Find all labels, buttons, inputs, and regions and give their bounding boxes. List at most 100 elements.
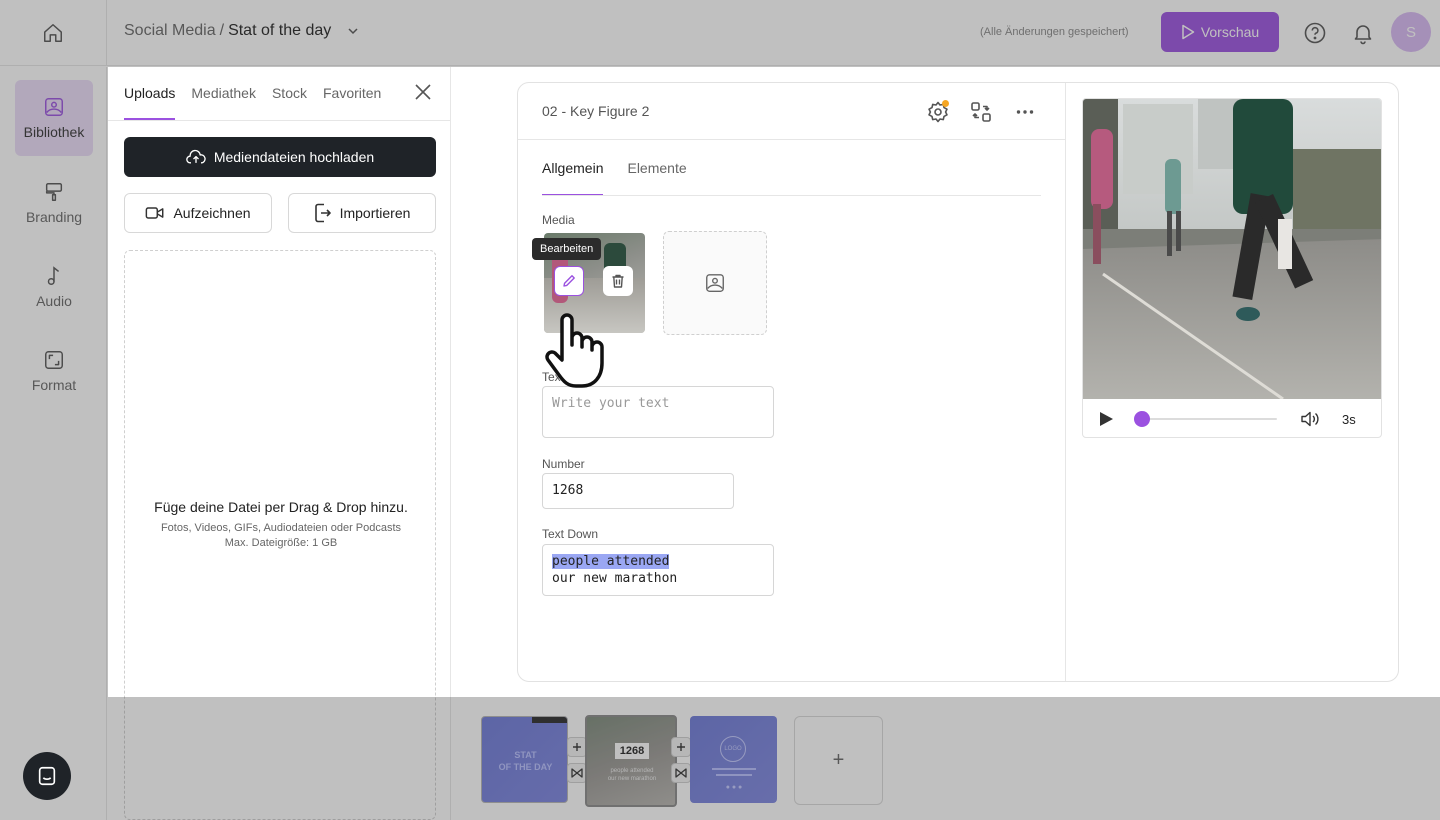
transition-button[interactable] xyxy=(671,763,691,783)
tab-favoriten[interactable]: Favoriten xyxy=(323,67,381,120)
music-note-icon xyxy=(47,266,60,285)
transition-icon xyxy=(571,768,583,778)
duration-label: 3s xyxy=(1342,412,1356,427)
dropzone[interactable]: Füge deine Datei per Drag & Drop hinzu. … xyxy=(124,250,436,820)
scene-text-line: STAT xyxy=(514,750,537,760)
add-media-slot[interactable] xyxy=(663,231,767,335)
scene-title: 02 - Key Figure 2 xyxy=(542,103,650,119)
notifications-button[interactable] xyxy=(1351,21,1375,45)
timeline: STAT OF THE DAY 1268 people attended our… xyxy=(452,697,1440,820)
import-label: Importieren xyxy=(339,205,411,221)
scene-logo: LOGO xyxy=(720,736,746,762)
settings-button[interactable] xyxy=(926,100,950,124)
paint-roller-icon xyxy=(45,183,63,201)
edit-tooltip: Bearbeiten xyxy=(532,238,602,260)
video-preview: 3s xyxy=(1082,98,1382,438)
top-bar: Social Media / Stat of the day (Alle Änd… xyxy=(0,0,1440,66)
nav-item-branding[interactable]: Branding xyxy=(15,165,93,241)
scene-caption: people attended our new marathon xyxy=(601,767,663,783)
cloud-upload-icon xyxy=(186,149,206,164)
swap-layout-button[interactable] xyxy=(969,100,993,124)
number-input[interactable]: 1268 xyxy=(542,473,734,509)
nav-item-audio[interactable]: Audio xyxy=(15,249,93,325)
video-frame[interactable] xyxy=(1083,99,1381,399)
transition-icon xyxy=(675,768,687,778)
pencil-icon xyxy=(563,275,575,287)
nav-label: Audio xyxy=(36,293,72,309)
text-line: our new marathon xyxy=(552,571,678,586)
scene-text-line: people attended xyxy=(610,768,654,774)
tab-uploads[interactable]: Uploads xyxy=(124,67,176,120)
scene-editor: 02 - Key Figure 2 Allgemein Elemente Med… xyxy=(517,82,1399,682)
add-scene-between-button[interactable] xyxy=(567,737,587,757)
editor-tabs: Allgemein Elemente xyxy=(542,140,687,196)
record-button[interactable]: Aufzeichnen xyxy=(124,193,272,233)
scene-number: 1268 xyxy=(615,743,649,759)
breadcrumb-separator: / xyxy=(219,22,225,39)
chat-icon xyxy=(38,766,56,786)
tab-allgemein[interactable]: Allgemein xyxy=(542,140,604,196)
nav-item-format[interactable]: Format xyxy=(15,333,93,409)
scene-thumbnail-1[interactable]: STAT OF THE DAY xyxy=(481,716,568,803)
text-down-input[interactable]: people attended our new marathon xyxy=(542,544,774,596)
notification-dot xyxy=(942,100,949,107)
video-camera-icon xyxy=(146,207,164,219)
play-outline-icon xyxy=(1182,24,1195,40)
plus-icon xyxy=(677,743,685,751)
home-button[interactable] xyxy=(0,0,107,66)
upload-media-button[interactable]: Mediendateien hochladen xyxy=(124,137,436,177)
progress-handle[interactable] xyxy=(1134,411,1151,427)
video-controls: 3s xyxy=(1083,399,1381,437)
add-scene-label: + xyxy=(832,749,845,771)
volume-icon[interactable] xyxy=(1300,410,1320,428)
nav-label: Format xyxy=(31,377,77,393)
plus-icon xyxy=(573,743,581,751)
nav-item-bibliothek[interactable]: Bibliothek xyxy=(15,80,93,156)
help-button[interactable] xyxy=(1303,21,1327,45)
delete-media-button[interactable] xyxy=(603,266,633,296)
social-icons: ● ● ● xyxy=(725,784,743,791)
tab-elemente[interactable]: Elemente xyxy=(627,140,686,196)
more-options-button[interactable] xyxy=(1013,100,1037,124)
play-icon[interactable] xyxy=(1098,411,1114,427)
number-label: Number xyxy=(542,457,585,471)
breadcrumb-current[interactable]: Stat of the day xyxy=(228,22,331,40)
breadcrumb-parent[interactable]: Social Media xyxy=(124,22,216,40)
library-panel: Uploads Mediathek Stock Favoriten Medien… xyxy=(108,67,451,820)
scene-text-line: our new marathon xyxy=(607,776,657,782)
chevron-down-icon[interactable] xyxy=(347,25,359,37)
scene-line xyxy=(716,774,752,776)
dropzone-title: Füge deine Datei per Drag & Drop hinzu. xyxy=(154,499,408,515)
dropzone-subtitle: Fotos, Videos, GIFs, Audiodateien oder P… xyxy=(125,521,437,551)
nav-label: Branding xyxy=(25,209,83,225)
preview-button[interactable]: Vorschau xyxy=(1161,12,1279,52)
import-button[interactable]: Importieren xyxy=(288,193,436,233)
upload-label: Mediendateien hochladen xyxy=(213,149,375,165)
text-input[interactable]: Write your text xyxy=(542,386,774,438)
runners-photo xyxy=(1083,99,1381,399)
divider xyxy=(542,195,1041,196)
scene-line xyxy=(712,768,756,770)
bell-icon xyxy=(1354,25,1372,45)
scene-thumbnail-2[interactable]: 1268 people attended our new marathon xyxy=(585,715,677,807)
scene-text-line: OF THE DAY xyxy=(498,762,553,772)
edit-media-button[interactable] xyxy=(554,266,584,296)
add-scene-between-button[interactable] xyxy=(671,737,691,757)
avatar[interactable]: S xyxy=(1391,12,1431,52)
dropzone-max-size: Max. Dateigröße: 1 GB xyxy=(224,537,338,549)
scene-title-text: STAT OF THE DAY xyxy=(482,749,567,773)
transition-button[interactable] xyxy=(567,763,587,783)
close-icon[interactable] xyxy=(413,82,433,102)
tab-mediathek[interactable]: Mediathek xyxy=(191,67,256,120)
scene-thumbnail-3[interactable]: LOGO ● ● ● xyxy=(690,716,777,803)
import-icon xyxy=(314,203,331,223)
library-tabs: Uploads Mediathek Stock Favoriten xyxy=(124,67,381,120)
add-scene-button[interactable]: + xyxy=(794,716,883,805)
tab-stock[interactable]: Stock xyxy=(272,67,307,120)
help-icon xyxy=(1304,22,1326,44)
home-icon xyxy=(44,24,62,42)
divider xyxy=(108,120,451,121)
chat-button[interactable] xyxy=(23,752,71,800)
crop-format-icon xyxy=(45,351,63,369)
progress-track[interactable] xyxy=(1135,418,1277,420)
